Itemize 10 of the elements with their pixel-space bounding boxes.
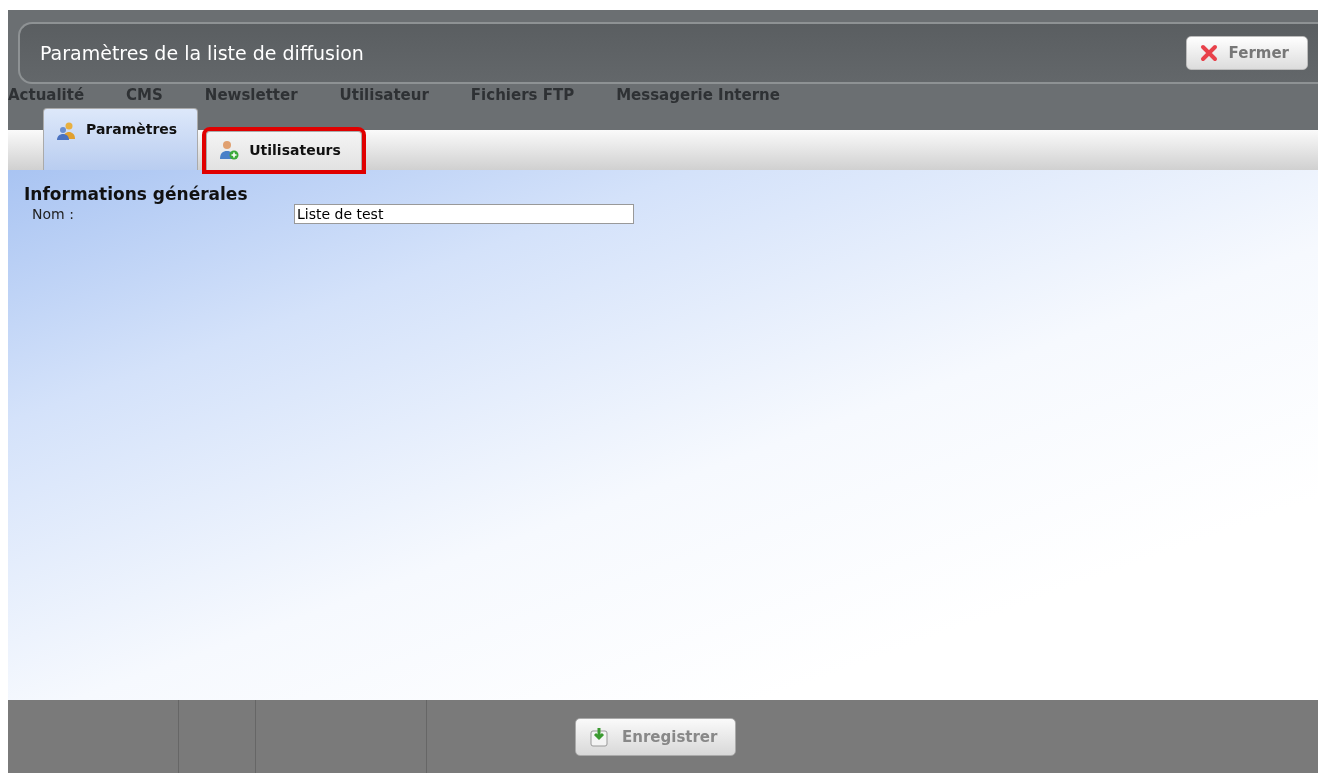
section-title: Informations générales	[24, 184, 249, 204]
window-title: Paramètres de la liste de diffusion	[40, 42, 364, 64]
close-button[interactable]: Fermer	[1185, 36, 1308, 70]
user-add-icon	[219, 140, 240, 160]
close-icon	[1198, 43, 1219, 63]
field-label: Nom :	[32, 206, 75, 222]
tab[interactable]: Paramètres	[43, 108, 199, 170]
name-field[interactable]: Liste de test	[294, 204, 634, 224]
save-icon	[588, 725, 610, 748]
users-icon	[56, 121, 76, 141]
